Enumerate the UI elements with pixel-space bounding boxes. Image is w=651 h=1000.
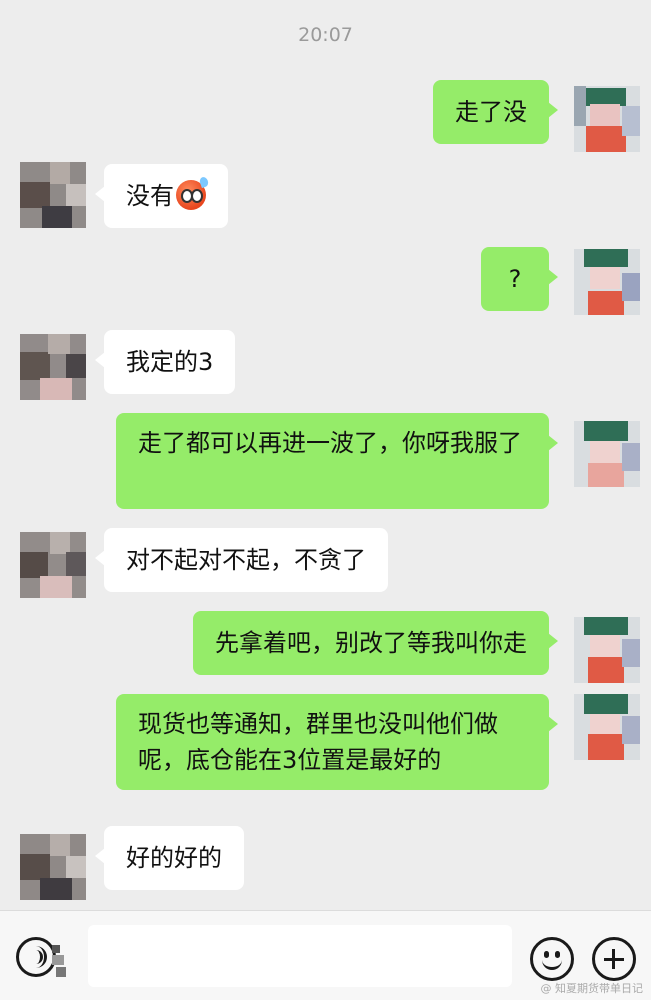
message-row: 好的好的 bbox=[0, 826, 651, 900]
message-row: 对不起对不起，不贪了 bbox=[0, 528, 651, 598]
blurred-overlay bbox=[52, 945, 68, 977]
message-row: 我定的3 bbox=[0, 330, 651, 400]
message-text: 走了都可以再进一波了，你呀我服了 bbox=[138, 429, 522, 457]
contact-avatar[interactable] bbox=[20, 532, 86, 598]
received-message-bubble[interactable]: 好的好的 bbox=[95, 826, 244, 890]
message-timestamp: 20:07 bbox=[298, 24, 353, 46]
message-text: ? bbox=[508, 265, 522, 293]
sent-message-bubble[interactable]: 先拿着吧，别改了等我叫你走 bbox=[193, 611, 558, 675]
sent-message-bubble[interactable]: ? bbox=[481, 247, 558, 311]
message-row: 现货也等通知，群里也没叫他们做呢，底仓能在3位置是最好的 bbox=[0, 694, 651, 790]
message-row: 走了都可以再进一波了，你呀我服了 bbox=[0, 413, 651, 509]
plus-icon[interactable] bbox=[592, 937, 636, 981]
contact-avatar[interactable] bbox=[20, 162, 86, 228]
received-message-bubble[interactable]: 没有 bbox=[95, 164, 228, 228]
watermark: @ 知夏期货带单日记 bbox=[540, 982, 644, 995]
sent-message-bubble[interactable]: 走了都可以再进一波了，你呀我服了 bbox=[116, 413, 558, 509]
message-row: 没有 bbox=[0, 162, 651, 228]
sweat-face-emoji-icon bbox=[176, 175, 210, 210]
contact-avatar[interactable] bbox=[20, 834, 86, 900]
message-row: ? bbox=[0, 247, 651, 315]
my-avatar[interactable] bbox=[574, 421, 640, 487]
message-text: 没有 bbox=[126, 182, 174, 210]
sent-message-bubble[interactable]: 走了没 bbox=[433, 80, 558, 144]
my-avatar[interactable] bbox=[574, 86, 640, 152]
sent-message-bubble[interactable]: 现货也等通知，群里也没叫他们做呢，底仓能在3位置是最好的 bbox=[116, 694, 558, 790]
my-avatar[interactable] bbox=[574, 249, 640, 315]
message-text: 先拿着吧，别改了等我叫你走 bbox=[215, 629, 527, 657]
message-text: 我定的3 bbox=[126, 348, 214, 376]
message-text: 走了没 bbox=[455, 98, 527, 126]
message-text: 好的好的 bbox=[126, 844, 222, 872]
message-text: 现货也等通知，群里也没叫他们做呢，底仓能在3位置是最好的 bbox=[138, 710, 498, 774]
message-row: 走了没 bbox=[0, 80, 651, 152]
received-message-bubble[interactable]: 对不起对不起，不贪了 bbox=[95, 528, 388, 592]
my-avatar[interactable] bbox=[574, 694, 640, 760]
message-row: 先拿着吧，别改了等我叫你走 bbox=[0, 611, 651, 683]
emoji-icon[interactable] bbox=[530, 937, 574, 981]
message-text: 对不起对不起，不贪了 bbox=[126, 546, 366, 574]
message-input[interactable] bbox=[88, 925, 512, 987]
received-message-bubble[interactable]: 我定的3 bbox=[94, 330, 236, 394]
contact-avatar[interactable] bbox=[20, 334, 86, 400]
chat-input-bar: @ 知夏期货带单日记 bbox=[0, 910, 651, 1000]
voice-icon[interactable] bbox=[16, 937, 56, 977]
my-avatar[interactable] bbox=[574, 617, 640, 683]
